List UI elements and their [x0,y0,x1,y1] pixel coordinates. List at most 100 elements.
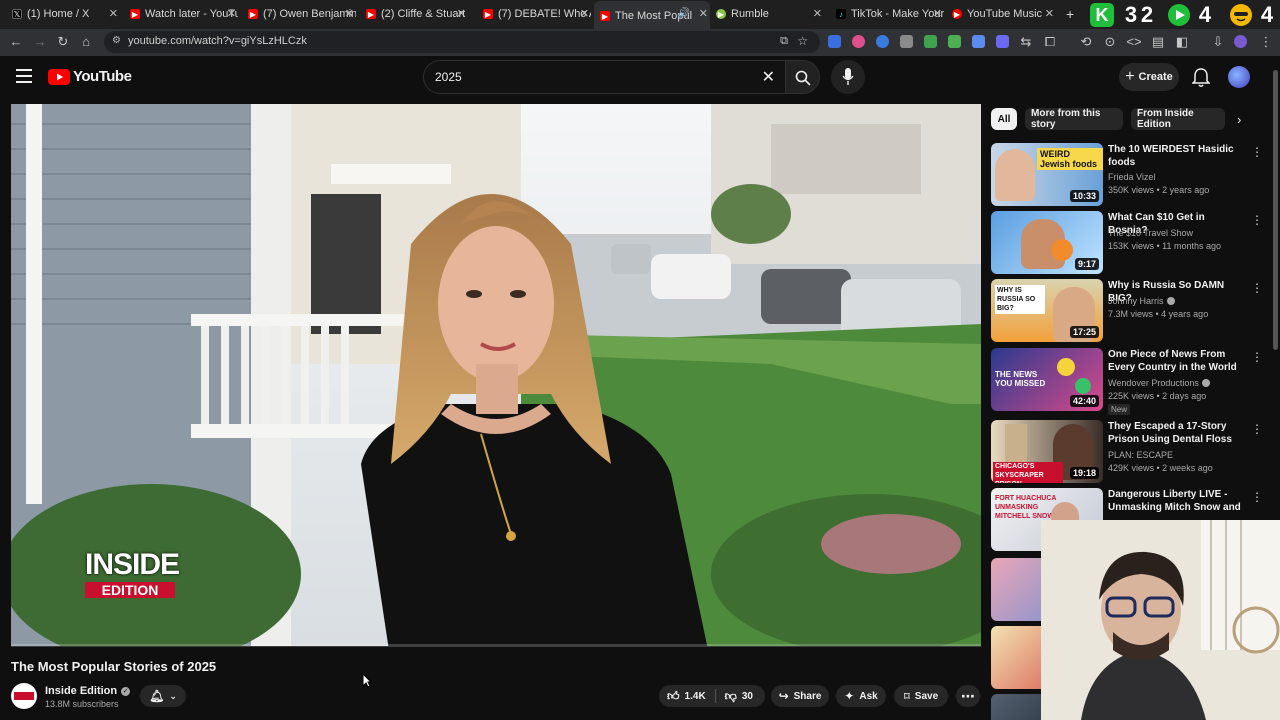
puzzle-icon[interactable]: ⧠ [1042,34,1058,50]
youtube-logo[interactable]: YouTube [48,68,132,85]
create-button[interactable]: + Create [1119,63,1179,91]
emoji-extension-icon[interactable] [1228,3,1254,27]
install-app-icon[interactable]: ⧉ [780,35,788,48]
dislike-button[interactable]: 👎︎ 30 [725,689,753,704]
video-thumbnail[interactable]: WEIRD Jewish foods 10:33 [991,143,1103,206]
video-thumbnail[interactable]: 9:17 [991,211,1103,274]
extension-icon[interactable] [876,35,889,48]
youtube-header: YouTube 2025 ✕ + Create [0,56,1280,100]
tab-label: (2) Cliffe & Stuart K [381,8,468,20]
youtube-logo-icon [48,68,70,85]
extension-icon[interactable] [996,35,1009,48]
play-extension-icon[interactable] [1166,3,1192,27]
recommended-video[interactable]: WEIRD Jewish foods 10:33 The 10 WEIRDEST… [991,143,1271,209]
channel-avatar[interactable] [11,683,37,709]
extension-icon[interactable] [972,35,985,48]
more-options-icon[interactable]: ⋮ [1251,145,1263,159]
downloads-icon[interactable]: ⇩ [1210,34,1226,50]
url-text: youtube.com/watch?v=giYsLzHLCzk [128,35,307,47]
recommended-channel-row: Wendover Productions [1108,378,1210,388]
close-icon[interactable]: ✕ [699,7,708,20]
home-icon[interactable]: ⌂ [78,34,94,50]
video-thumbnail[interactable]: THE NEWS YOU MISSED 42:40 [991,348,1103,411]
video-thumbnail[interactable]: WHY IS RUSSIA SO BIG? 17:25 [991,279,1103,342]
speaker-icon[interactable]: 🔊 [678,8,690,19]
more-options-icon[interactable]: ⋮ [1251,213,1263,227]
new-tab-button[interactable]: + [1066,3,1080,25]
reading-list-icon[interactable]: ▤ [1150,34,1166,50]
reload-icon[interactable]: ↻ [55,34,71,50]
channel-name-link[interactable]: Inside Edition ✓ [45,685,131,697]
page-scrollbar[interactable] [1273,70,1278,350]
thumbs-up-icon: 👍︎ [667,688,680,703]
hamburger-menu-icon[interactable] [16,69,32,83]
clear-search-icon[interactable]: ✕ [762,67,775,87]
recommended-video[interactable]: WHY IS RUSSIA SO BIG? 17:25 Why is Russi… [991,279,1271,345]
thumbnail-caption: WEIRD Jewish foods [1037,148,1103,170]
sidepanel-icon[interactable]: ◧ [1174,34,1190,50]
browser-tab[interactable]: 𝕏 (1) Home / X ✕ [12,3,120,25]
chevron-right-icon[interactable]: › [1237,112,1241,127]
extension-icon[interactable]: ⊙ [1102,34,1118,50]
browser-tab[interactable]: ▶ (7) Owen Benjamin ✕ [248,3,356,25]
bookmark-star-icon[interactable]: ☆ [797,34,808,48]
subscription-bell-button[interactable]: 🔔︎ ⌄ [140,685,186,707]
chip-all[interactable]: All [991,108,1017,130]
account-avatar[interactable] [1228,66,1250,88]
like-button[interactable]: 👍︎ 1.4K [667,689,706,704]
close-icon[interactable]: ✕ [457,7,466,20]
more-menu-icon[interactable]: ⋮ [1258,34,1274,50]
search-input[interactable]: 2025 ✕ [423,60,786,94]
code-icon[interactable]: <> [1126,34,1142,50]
close-icon[interactable]: ✕ [933,7,942,20]
notifications-bell-icon[interactable] [1192,68,1210,88]
back-arrow-icon[interactable]: ← [8,34,24,50]
extension-icon[interactable] [828,35,841,48]
extension-k-icon[interactable]: K [1090,3,1114,27]
browser-tab[interactable]: ▶ YouTube Music ✕ [952,3,1056,25]
browser-tab[interactable]: ▶ Watch later - YouTu ✕ [130,3,238,25]
browser-tab[interactable]: ♪ TikTok - Make Your ✕ [836,3,944,25]
close-icon[interactable]: ✕ [1045,7,1054,20]
close-icon[interactable]: ✕ [813,7,822,20]
extension-icon[interactable] [924,35,937,48]
close-icon[interactable]: ✕ [345,7,354,20]
browser-tab[interactable]: ▶ Rumble ✕ [716,3,824,25]
more-actions-button[interactable]: ⋯ [956,685,980,707]
more-options-icon[interactable]: ⋮ [1251,350,1263,364]
extension-icon[interactable] [948,35,961,48]
video-progress-bar[interactable] [11,644,981,647]
save-button[interactable]: ⌑ Save [894,685,948,707]
share-button[interactable]: ↪ Share [771,685,829,707]
badge-count: 2 [1140,2,1154,27]
video-thumbnail[interactable]: CHICAGO'S SKYSCRAPER PRISON 19:18 [991,420,1103,483]
extension-icon[interactable] [900,35,913,48]
more-options-icon[interactable]: ⋮ [1251,422,1263,436]
more-options-icon[interactable]: ⋮ [1251,490,1263,504]
extension-icon[interactable] [852,35,865,48]
recommended-video[interactable]: THE NEWS YOU MISSED 42:40 One Piece of N… [991,348,1271,418]
browser-tab-active[interactable]: ▶ The Most Popul 🔊 ✕ [594,1,710,29]
youtube-logo-text: YouTube [73,68,132,85]
video-player[interactable]: INSIDE EDITION [11,104,981,646]
chip-more-from-story[interactable]: More from this story [1025,108,1123,130]
more-options-icon[interactable]: ⋮ [1251,281,1263,295]
close-icon[interactable]: ✕ [580,7,589,20]
recommended-video[interactable]: CHICAGO'S SKYSCRAPER PRISON 19:18 They E… [991,420,1271,486]
close-icon[interactable]: ✕ [109,7,118,20]
site-info-icon[interactable]: ⚙ [112,35,121,46]
recommended-video[interactable]: 9:17 What Can $10 Get in Bosnia? The $10… [991,211,1271,277]
close-icon[interactable]: ✕ [227,7,236,20]
browser-tab[interactable]: ▶ (2) Cliffe & Stuart K ✕ [366,3,468,25]
profile-avatar[interactable] [1234,35,1247,48]
search-button[interactable] [786,60,820,94]
history-icon[interactable]: ⟲ [1078,34,1094,50]
browser-tab[interactable]: ▶ (7) DEBATE! Who A ✕ [483,3,591,25]
ask-button[interactable]: ✦ Ask [836,685,886,707]
forward-arrow-icon[interactable]: → [32,34,48,50]
address-bar[interactable]: ⚙ youtube.com/watch?v=giYsLzHLCzk ⧉ ☆ [104,31,820,53]
extension-icon[interactable]: ⇆ [1018,34,1034,50]
chip-from-inside-edition[interactable]: From Inside Edition [1131,108,1225,130]
voice-search-button[interactable] [831,60,865,94]
youtube-icon: ▶ [483,9,493,19]
